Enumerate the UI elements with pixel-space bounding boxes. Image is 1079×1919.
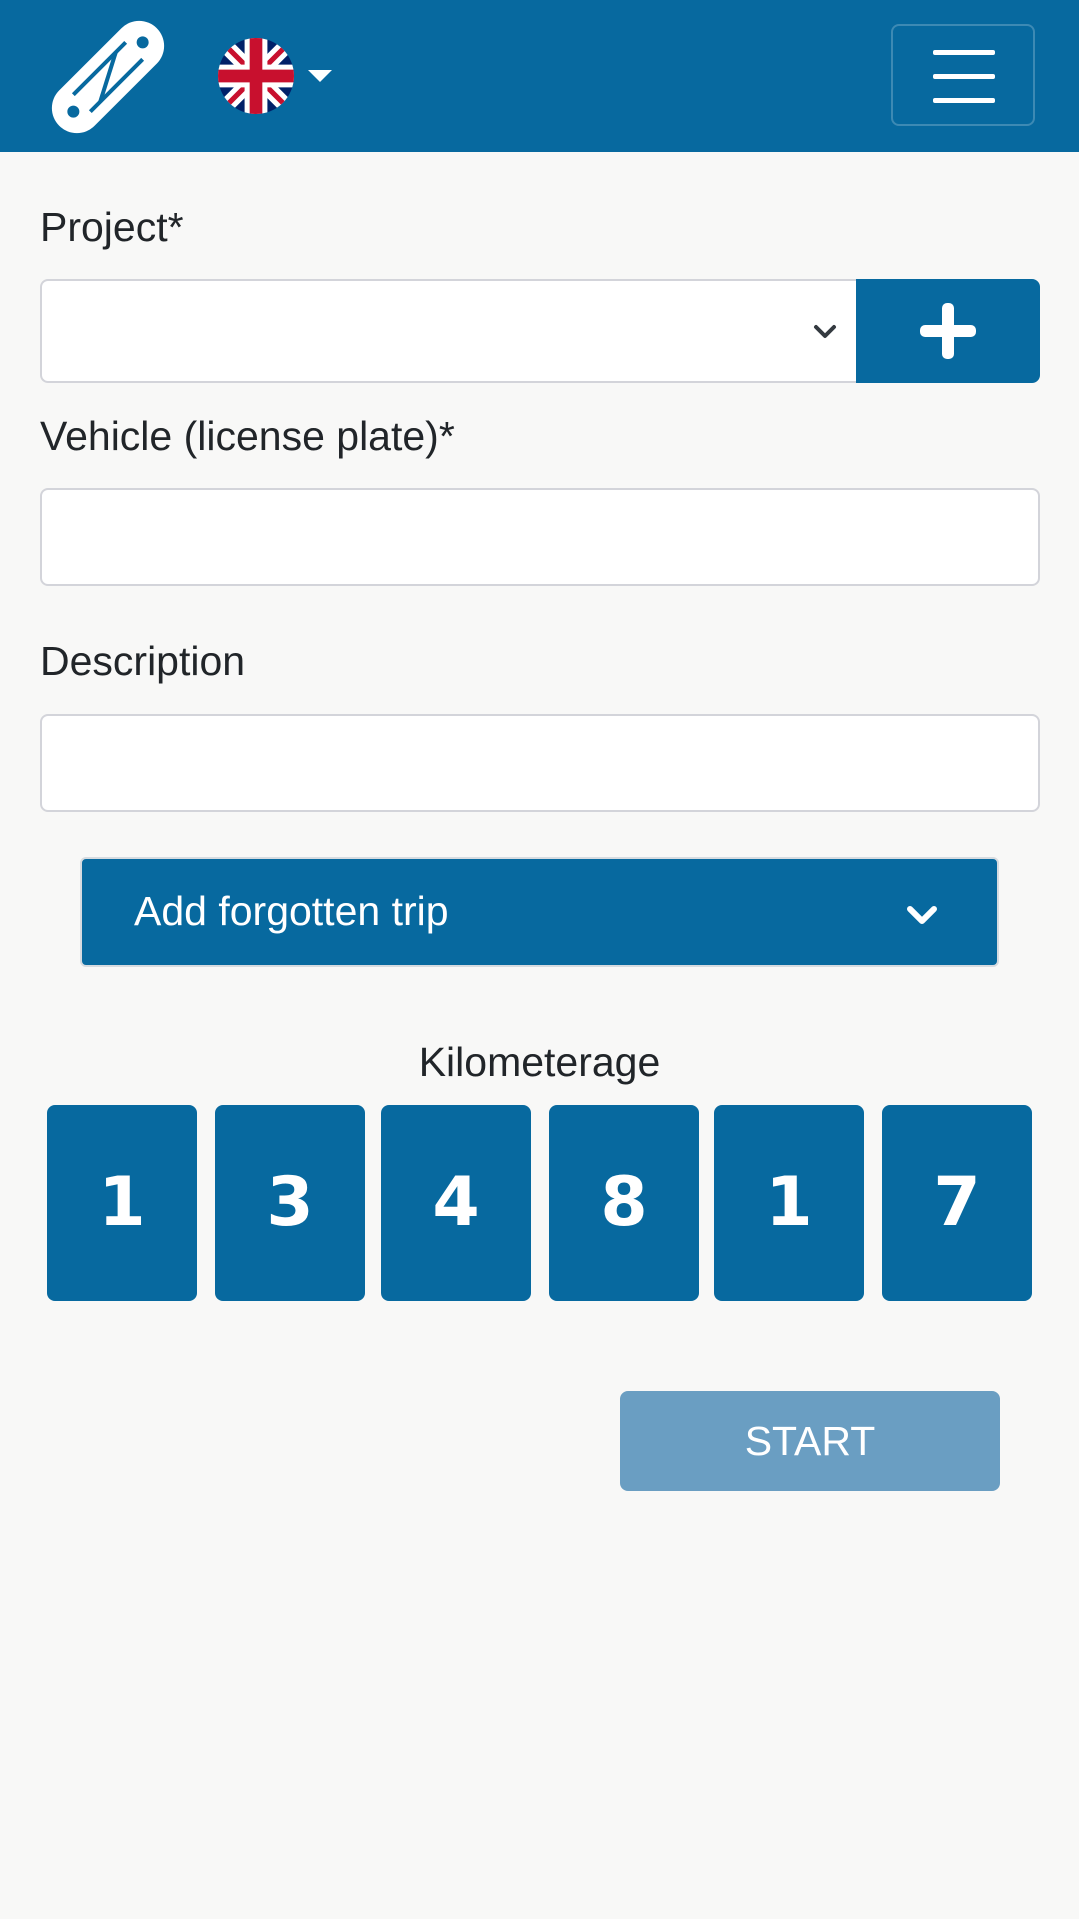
chevron-down-icon xyxy=(907,906,937,924)
plus-icon xyxy=(920,303,976,359)
add-project-button[interactable] xyxy=(856,279,1040,383)
add-forgotten-trip-button[interactable]: Add forgotten trip xyxy=(80,857,999,967)
vehicle-input[interactable] xyxy=(40,488,1040,586)
kilometerage-title: Kilometerage xyxy=(418,1039,661,1085)
hamburger-menu-icon xyxy=(933,98,995,103)
hamburger-menu-icon xyxy=(933,50,995,55)
add-forgotten-trip-label: Add forgotten trip xyxy=(134,888,449,934)
chevron-down-icon xyxy=(814,325,836,338)
start-button[interactable]: START xyxy=(620,1391,1000,1491)
kilometerage-digit-1[interactable]: 1 xyxy=(47,1105,197,1301)
description-input[interactable] xyxy=(40,714,1040,812)
kilometerage-digit-6[interactable]: 7 xyxy=(882,1105,1032,1301)
kilometerage-digit-4[interactable]: 8 xyxy=(549,1105,699,1301)
kilometerage-digit-5[interactable]: 1 xyxy=(714,1105,864,1301)
app-logo-icon xyxy=(51,20,165,134)
language-dropdown-caret-icon xyxy=(308,70,332,82)
description-label: Description xyxy=(40,638,246,684)
vehicle-label: Vehicle (license plate)* xyxy=(40,413,455,459)
top-navbar xyxy=(0,0,1079,152)
menu-button[interactable] xyxy=(891,24,1035,126)
united-kingdom-flag-icon xyxy=(218,38,294,114)
app-logo[interactable] xyxy=(44,16,172,138)
kilometerage-digit-2[interactable]: 3 xyxy=(215,1105,365,1301)
language-selector[interactable] xyxy=(218,38,338,114)
kilometerage-digit-3[interactable]: 4 xyxy=(381,1105,531,1301)
hamburger-menu-icon xyxy=(933,74,995,79)
project-label: Project* xyxy=(40,204,184,250)
project-select[interactable] xyxy=(40,279,858,383)
